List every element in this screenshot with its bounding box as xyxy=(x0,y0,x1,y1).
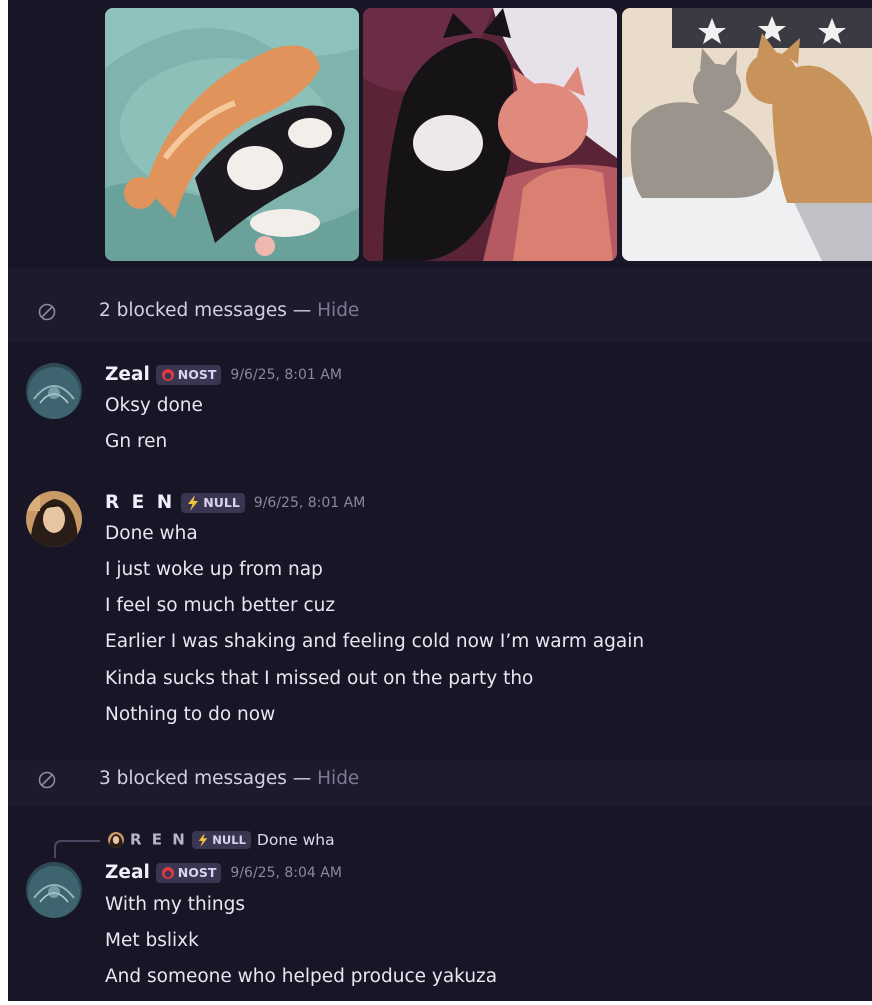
author-name[interactable]: Zeal xyxy=(105,364,150,385)
lightning-icon xyxy=(199,833,208,847)
timestamp: 9/6/25, 8:01 AM xyxy=(230,366,342,383)
gallery-image-2[interactable] xyxy=(363,8,617,261)
timestamp: 9/6/25, 8:01 AM xyxy=(253,494,366,511)
guild-tag[interactable]: NULL xyxy=(181,492,245,513)
message-line: With my things xyxy=(105,894,245,915)
blocked-messages-row[interactable]: 2 blocked messages — Hide xyxy=(8,292,872,332)
reply-avatar xyxy=(108,831,124,848)
message-line: Gn ren xyxy=(105,431,168,452)
message-line: I feel so much better cuz xyxy=(105,595,336,616)
blocked-circle-icon xyxy=(38,303,56,321)
reply-author-name[interactable]: R E N xyxy=(130,831,187,849)
blocked-messages-row[interactable]: 3 blocked messages — Hide xyxy=(8,760,872,800)
blocked-circle-icon xyxy=(38,771,56,789)
message-line: Done wha xyxy=(105,523,198,544)
blocked-messages-label: 2 blocked messages — Hide xyxy=(99,300,360,321)
message-header: Zeal NOST 9/6/25, 8:04 AM xyxy=(105,862,342,888)
gallery-image-3[interactable] xyxy=(622,8,872,261)
guild-tag[interactable]: NULL xyxy=(192,830,251,849)
chat-panel: 2 blocked messages — Hide Zeal NOST 9/6/25… xyxy=(8,0,872,1001)
reply-text: Done wha xyxy=(256,830,335,849)
avatar-zeal[interactable] xyxy=(26,363,82,419)
gallery-image-1[interactable] xyxy=(105,8,359,261)
author-name[interactable]: Zeal xyxy=(105,862,150,883)
guild-tag[interactable]: NOST xyxy=(155,364,222,385)
message-header: Zeal NOST 9/6/25, 8:01 AM xyxy=(105,364,342,390)
lightning-icon xyxy=(188,495,199,511)
red-ring-icon xyxy=(161,369,174,381)
message-line: I just woke up from nap xyxy=(105,559,323,580)
message-line: Nothing to do now xyxy=(105,704,276,725)
blocked-messages-label: 3 blocked messages — Hide xyxy=(99,768,360,789)
message-line: Earlier I was shaking and feeling cold n… xyxy=(105,631,645,652)
message-line: Met bslixk xyxy=(105,930,199,951)
author-name[interactable]: R E N xyxy=(105,492,175,513)
timestamp: 9/6/25, 8:04 AM xyxy=(230,864,342,881)
reply-connector xyxy=(54,840,100,858)
avatar-zeal[interactable] xyxy=(26,862,82,918)
message-line: And someone who helped produce yakuza xyxy=(105,966,498,987)
reply-preview[interactable]: R E N NULL Done wha xyxy=(108,829,335,853)
guild-tag[interactable]: NOST xyxy=(155,862,222,883)
avatar-ren[interactable] xyxy=(26,491,82,547)
hide-blocked-link[interactable]: Hide xyxy=(317,768,359,789)
red-ring-icon xyxy=(161,867,174,879)
message-line: Kinda sucks that I missed out on the par… xyxy=(105,668,534,689)
message-line: Oksy done xyxy=(105,395,203,416)
hide-blocked-link[interactable]: Hide xyxy=(317,300,359,321)
message-header: R E N NULL 9/6/25, 8:01 AM xyxy=(105,492,365,518)
